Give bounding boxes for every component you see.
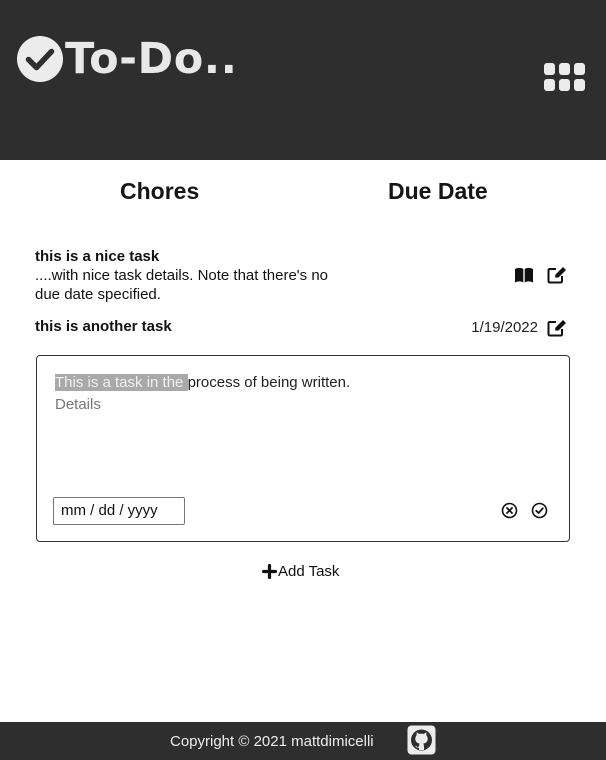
columns-header: Chores Due Date — [0, 178, 606, 212]
add-task-button[interactable]: Add Task — [262, 563, 339, 580]
book-open-icon[interactable] — [514, 266, 534, 284]
column-due-date-heading: Due Date — [388, 178, 488, 204]
task-details: ....with nice task details. Note that th… — [35, 267, 329, 303]
task-item: this is another task 1/19/2022 — [35, 318, 570, 337]
check-circle-icon — [17, 36, 63, 82]
grid-menu-icon — [559, 63, 570, 75]
column-chores-heading: Chores — [120, 178, 200, 204]
copyright-text: Copyright © 2021 mattdimicelli — [170, 733, 374, 750]
grid-menu-icon — [559, 79, 570, 91]
close-circle-icon[interactable] — [501, 502, 518, 519]
edit-icon[interactable] — [547, 319, 567, 337]
github-icon[interactable] — [407, 725, 436, 755]
selected-text: This is a task in the — [55, 374, 188, 391]
title-text: process of being written. — [187, 374, 351, 391]
check-circle-icon[interactable] — [531, 502, 548, 519]
task-editor: This is a task in the process of being w… — [36, 355, 570, 542]
app-footer: Copyright © 2021 mattdimicelli — [0, 722, 606, 760]
task-due-date: 1/19/2022 — [471, 319, 538, 336]
grid-menu-icon — [544, 63, 555, 75]
due-date-input[interactable]: mm / dd / yyyy — [53, 497, 185, 525]
menu-button[interactable] — [544, 63, 586, 93]
grid-menu-icon — [574, 79, 585, 91]
task-details-input[interactable]: Details — [55, 396, 101, 413]
task-item: this is a nice task ....with nice task d… — [35, 248, 570, 304]
task-title-input[interactable]: This is a task in the process of being w… — [55, 374, 350, 391]
plus-icon — [262, 564, 277, 579]
app-title: To-Do.. — [65, 34, 238, 84]
app-header: To-Do.. — [0, 0, 606, 160]
logo: To-Do.. — [16, 34, 237, 84]
edit-icon[interactable] — [547, 266, 567, 284]
task-title: this is a nice task — [35, 248, 160, 265]
grid-menu-icon — [544, 79, 555, 91]
add-task-label: Add Task — [278, 563, 340, 580]
grid-menu-icon — [574, 63, 585, 75]
